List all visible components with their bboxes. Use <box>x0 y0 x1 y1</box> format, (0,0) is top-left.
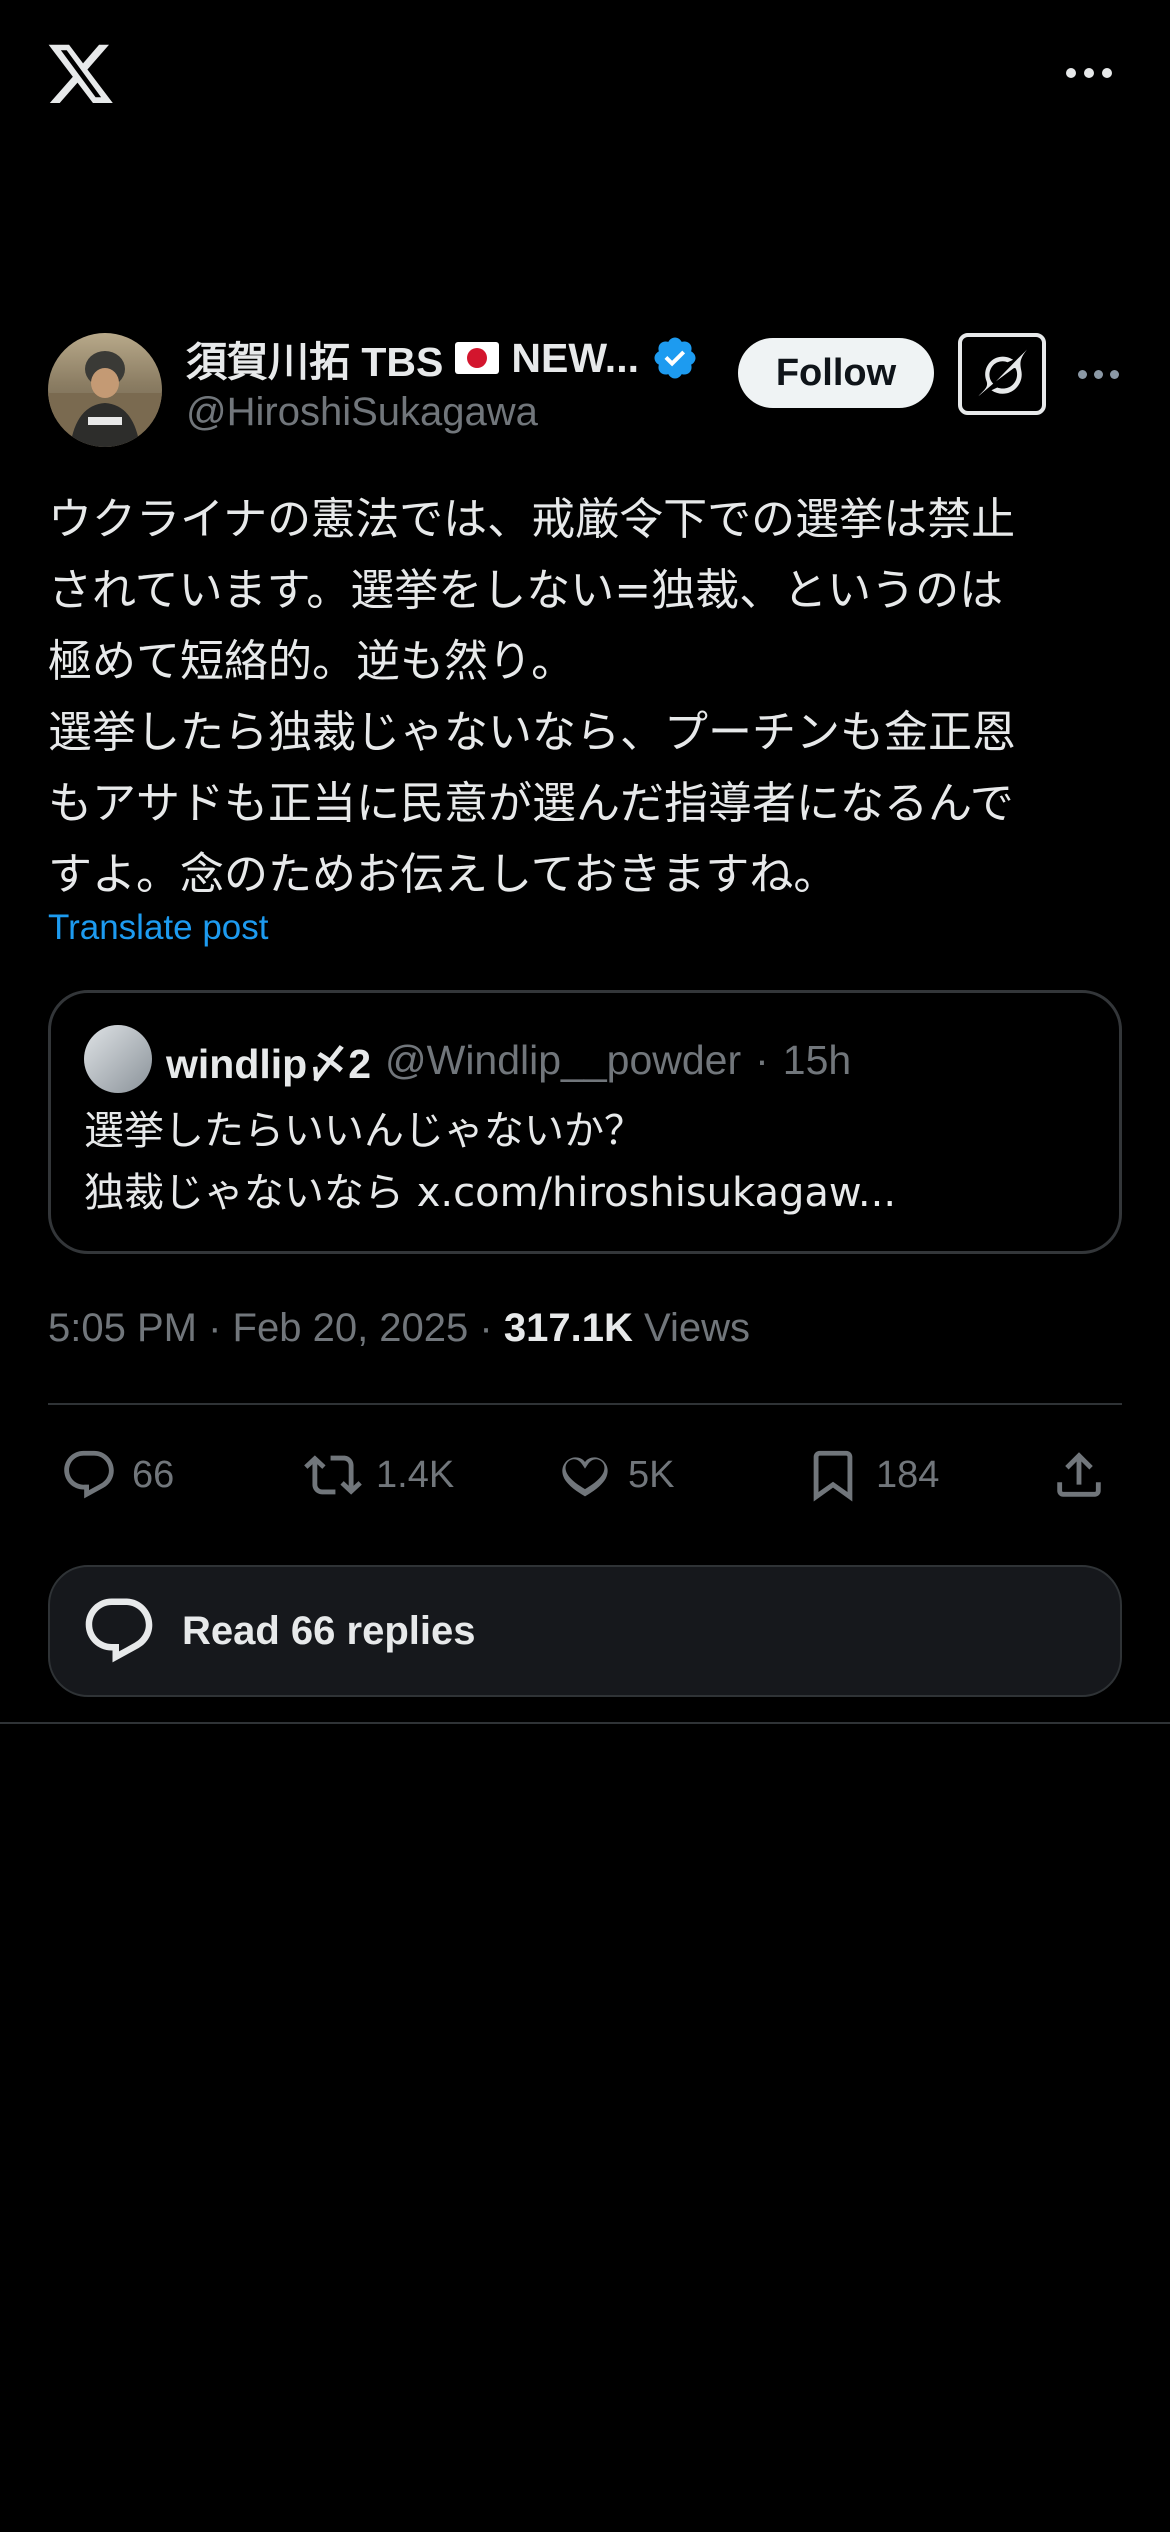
heart-icon <box>562 1457 608 1497</box>
quoted-separator: · <box>755 1036 769 1083</box>
views-count: 317.1K <box>503 1306 633 1350</box>
author-name-row[interactable]: 須賀川拓 TBS NEW... <box>186 330 699 386</box>
read-replies-button[interactable]: Read 66 replies <box>48 1565 1122 1697</box>
quoted-author-avatar <box>84 1025 152 1093</box>
bookmark-icon <box>813 1450 853 1502</box>
like-button[interactable]: 5K <box>556 1440 674 1510</box>
quoted-post-text: 選挙したらいいんじゃないか？ 独裁じゃないなら x.com/hiroshisuk… <box>84 1108 897 1216</box>
quoted-post-header: windlip〆2 @Windlip__powder · 15h <box>166 1030 851 1090</box>
reply-button[interactable]: 66 <box>60 1440 174 1510</box>
meta-separator: · <box>208 1306 222 1350</box>
share-button[interactable] <box>1050 1440 1108 1510</box>
follow-button[interactable]: Follow <box>738 338 934 408</box>
read-replies-label: Read 66 replies <box>182 1608 476 1653</box>
post-time: 5:05 PM <box>48 1306 197 1350</box>
author-handle[interactable]: @HiroshiSukagawa <box>186 390 538 435</box>
like-count: 5K <box>628 1453 675 1496</box>
more-horizontal-icon[interactable] <box>1066 68 1112 78</box>
quoted-author-name: windlip〆2 <box>166 1041 371 1087</box>
reply-count: 66 <box>132 1453 175 1496</box>
avatar[interactable] <box>48 333 162 447</box>
reply-icon <box>64 1450 114 1499</box>
post-timestamp: 5:05 PM · Feb 20, 2025 · 317.1K Views <box>48 1306 750 1351</box>
divider <box>48 1403 1122 1405</box>
post-more-icon[interactable] <box>1078 370 1119 379</box>
japan-flag-icon <box>455 342 500 374</box>
post-text: ウクライナの憲法では、戒厳令下での選挙は禁止 されています。選挙をしない=独裁、… <box>48 494 1016 900</box>
translate-post-link[interactable]: Translate post <box>48 908 268 948</box>
divider <box>0 1722 1170 1724</box>
author-name-suffix[interactable]: NEW... <box>511 335 639 382</box>
bookmark-count: 184 <box>876 1453 940 1496</box>
post-date: Feb 20, 2025 <box>232 1306 469 1350</box>
verified-badge-icon <box>654 337 696 379</box>
author-display-name[interactable]: 須賀川拓 TBS <box>186 328 443 388</box>
x-logo-icon[interactable] <box>46 38 116 108</box>
grok-icon[interactable] <box>958 333 1046 415</box>
share-icon <box>1057 1452 1101 1497</box>
bookmark-button[interactable]: 184 <box>804 1440 939 1510</box>
quoted-author-handle: @Windlip__powder <box>385 1036 742 1083</box>
quoted-post-age: 15h <box>782 1036 852 1083</box>
meta-separator: · <box>479 1306 493 1350</box>
views-label: Views <box>643 1306 750 1350</box>
repost-count: 1.4K <box>376 1453 455 1496</box>
repost-icon <box>304 1455 362 1495</box>
repost-button[interactable]: 1.4K <box>304 1440 454 1510</box>
reply-icon <box>85 1598 153 1663</box>
